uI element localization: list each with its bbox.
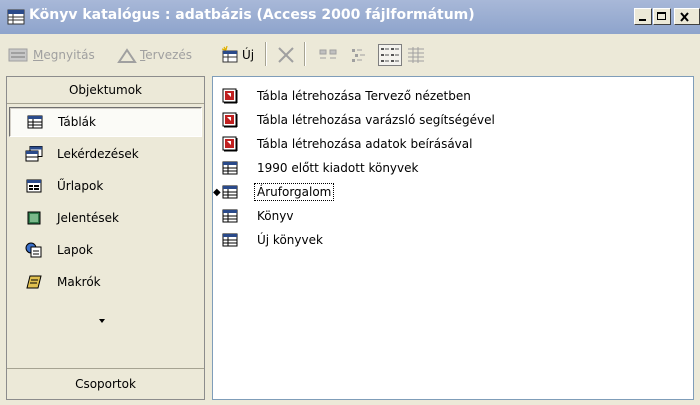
objects-bar: Objektumok Táblák Lekérdezések Űrlapok J…: [6, 76, 205, 400]
large-icons-view-button[interactable]: [318, 45, 340, 65]
small-icons-view-icon: [352, 49, 365, 62]
object-item-label: Makrók: [57, 275, 101, 289]
new-label: Új: [242, 48, 255, 62]
list-item[interactable]: Tábla létrehozása adatok beírásával: [221, 133, 474, 155]
list-item[interactable]: ◆ Áruforgalom: [213, 181, 335, 203]
toolbar: Megnyitás Tervezés Új: [0, 34, 700, 74]
table-icon: [221, 160, 239, 176]
list-item[interactable]: Tábla létrehozása varázsló segítségével: [221, 109, 497, 131]
open-icon: [8, 48, 28, 62]
object-item-tables[interactable]: Táblák: [9, 107, 202, 137]
details-view-button[interactable]: [406, 45, 426, 65]
list-item[interactable]: Könyv: [221, 205, 295, 227]
design-button[interactable]: Tervezés: [117, 45, 192, 65]
list-view-button[interactable]: [378, 44, 402, 66]
delete-icon: [278, 47, 294, 63]
title-bar[interactable]: Könyv katalógus : adatbázis (Access 2000…: [0, 0, 700, 34]
current-item-arrow-icon: ◆: [213, 187, 221, 198]
open-button[interactable]: Megnyitás: [8, 45, 95, 65]
new-table-icon: [221, 46, 238, 63]
small-icons-view-button[interactable]: [350, 45, 370, 65]
maximize-button[interactable]: [653, 8, 671, 25]
toolbar-separator: [304, 42, 306, 66]
page-icon: [25, 242, 43, 258]
design-label-rest: ervezés: [145, 48, 193, 62]
large-icons-view-icon: [319, 49, 337, 59]
list-item-label: Tábla létrehozása adatok beírásával: [257, 137, 473, 151]
close-icon: [680, 12, 689, 22]
delete-button[interactable]: [276, 45, 296, 65]
list-view-icon: [378, 44, 402, 66]
database-window: Könyv katalógus : adatbázis (Access 2000…: [0, 0, 700, 405]
list-item[interactable]: Új könyvek: [221, 229, 325, 251]
minimize-icon: [639, 19, 646, 21]
object-item-label: Táblák: [58, 115, 96, 129]
list-item[interactable]: Tábla létrehozása Tervező nézetben: [221, 85, 473, 107]
table-icon: [221, 184, 239, 200]
maximize-icon: [657, 12, 666, 20]
query-icon: [25, 146, 43, 162]
details-view-icon: [408, 47, 424, 63]
object-item-label: Lekérdezések: [57, 147, 139, 161]
open-accelerator: M: [33, 48, 44, 62]
close-button[interactable]: [674, 8, 700, 25]
object-item-label: Űrlapok: [57, 179, 104, 193]
macro-icon: [25, 274, 43, 290]
list-item-label: Könyv: [257, 209, 294, 223]
object-item-forms[interactable]: Űrlapok: [9, 171, 202, 201]
object-item-pages[interactable]: Lapok: [9, 235, 202, 265]
form-icon: [25, 178, 43, 194]
object-item-reports[interactable]: Jelentések: [9, 203, 202, 233]
table-icon: [221, 232, 239, 248]
wizard-shortcut-icon: [221, 136, 239, 152]
toolbar-separator: [265, 42, 267, 66]
object-item-macros[interactable]: Makrók: [9, 267, 202, 297]
wizard-shortcut-icon: [221, 112, 239, 128]
list-item-label: Tábla létrehozása Tervező nézetben: [257, 89, 471, 103]
list-item-label: Áruforgalom: [253, 183, 335, 201]
object-item-queries[interactable]: Lekérdezések: [9, 139, 202, 169]
report-icon: [25, 210, 43, 226]
new-button[interactable]: Új: [221, 45, 254, 65]
open-label-rest: egnyitás: [43, 48, 95, 62]
window-title: Könyv katalógus : adatbázis (Access 2000…: [29, 7, 475, 23]
database-window-icon: [7, 9, 25, 25]
design-icon: [117, 48, 137, 63]
table-icon: [221, 208, 239, 224]
minimize-button[interactable]: [634, 8, 652, 25]
list-item[interactable]: 1990 előtt kiadott könyvek: [221, 157, 420, 179]
objects-header[interactable]: Objektumok: [7, 77, 204, 104]
object-item-label: Jelentések: [57, 211, 119, 225]
object-item-label: Lapok: [57, 243, 93, 257]
list-item-label: 1990 előtt kiadott könyvek: [257, 161, 419, 175]
wizard-shortcut-icon: [221, 88, 239, 104]
groups-header[interactable]: Csoportok: [7, 368, 204, 399]
table-icon: [26, 114, 44, 130]
object-list: Tábla létrehozása Tervező nézetben Tábla…: [212, 76, 694, 400]
list-item-label: Tábla létrehozása varázsló segítségével: [257, 113, 495, 127]
list-item-label: Új könyvek: [257, 233, 323, 247]
scroll-down-arrow-icon[interactable]: [99, 319, 105, 323]
